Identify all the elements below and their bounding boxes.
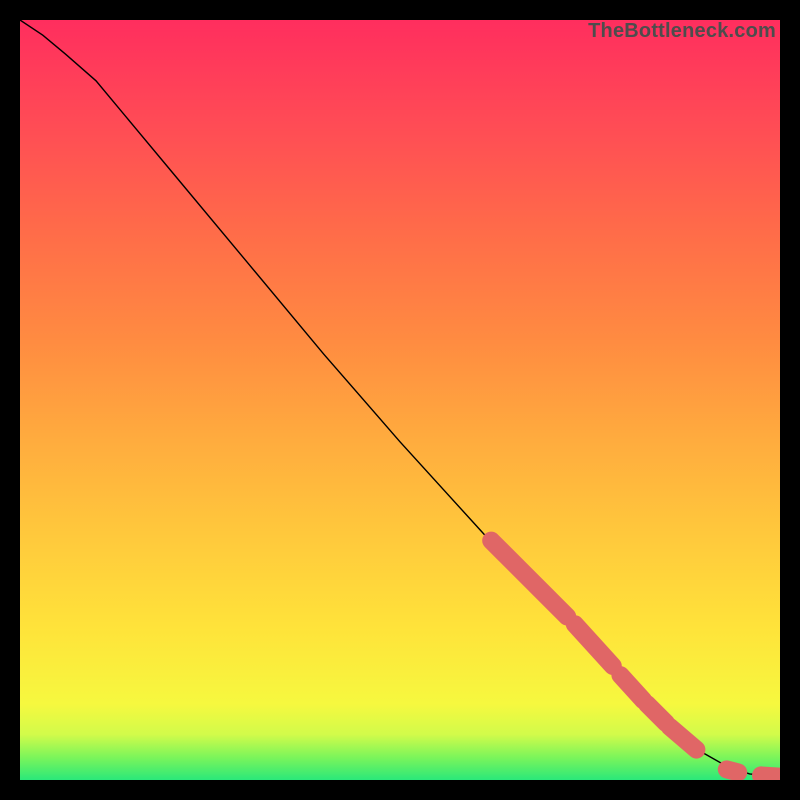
- chart-curve: [20, 20, 780, 777]
- highlight-segment: [761, 775, 780, 776]
- highlight-segment: [670, 727, 697, 750]
- chart-svg: [20, 20, 780, 780]
- highlight-segment: [647, 704, 666, 723]
- chart-frame: TheBottleneck.com: [20, 20, 780, 780]
- plot-area: TheBottleneck.com: [20, 20, 780, 780]
- highlight-segment: [727, 769, 738, 772]
- highlight-segment: [491, 541, 567, 617]
- highlight-series: [491, 541, 780, 777]
- highlight-segment: [620, 675, 643, 700]
- highlight-segment: [575, 624, 613, 666]
